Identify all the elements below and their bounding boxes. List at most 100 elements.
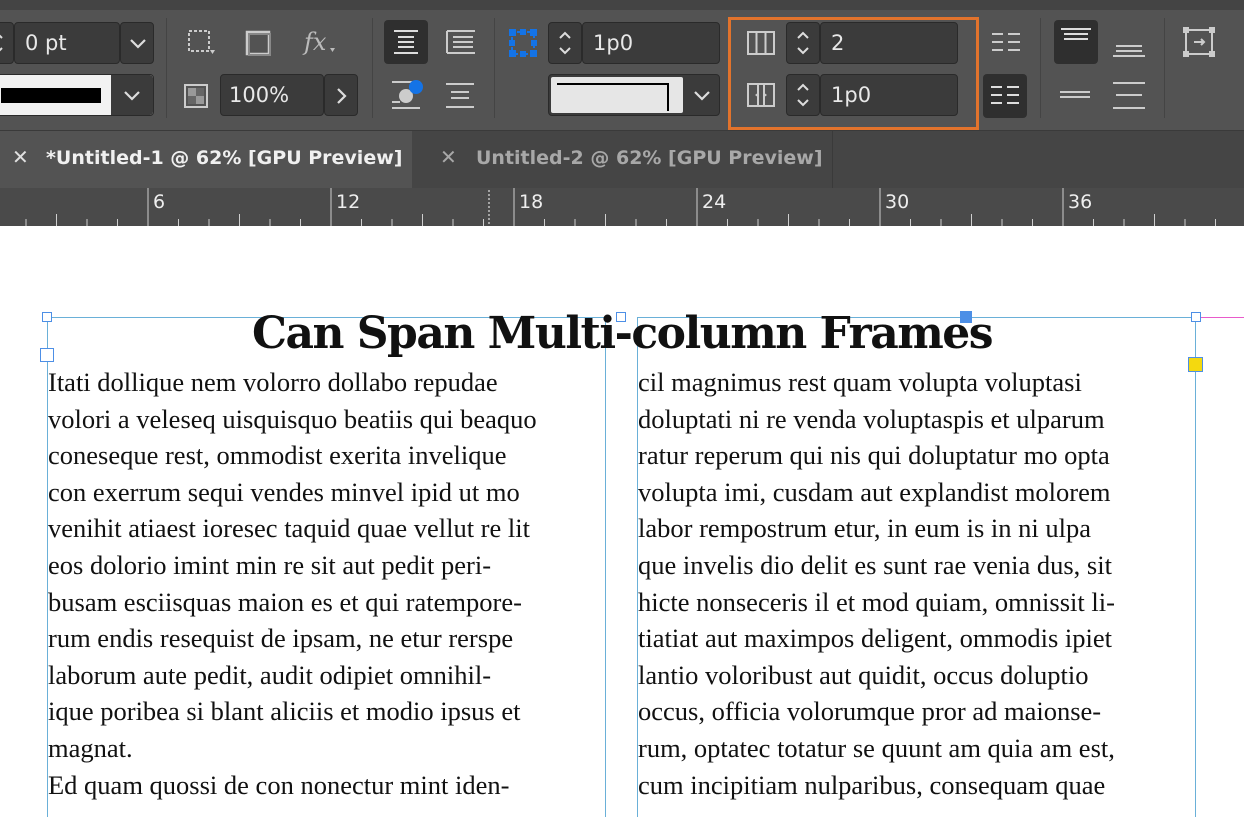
- up-down-stepper-icon: [797, 83, 809, 107]
- gutter-field[interactable]: 1p0: [820, 74, 958, 116]
- document-canvas[interactable]: Can Span Multi-column Frames Itati dolli…: [0, 226, 1244, 817]
- body-text-line: busam esciisquas maion es et qui ratempo…: [48, 586, 522, 617]
- up-down-stepper-icon: [0, 34, 3, 52]
- paragraph-lines-active-button[interactable]: [983, 74, 1027, 118]
- gutter-icon: [747, 83, 775, 107]
- body-text-line: tiatiat aut maximpos deligent, ommodis i…: [638, 623, 1112, 654]
- auto-size-frame-icon[interactable]: [1180, 24, 1220, 60]
- body-text-line: Itati dollique nem volorro dollabo repud…: [48, 367, 498, 397]
- opacity-menu-button[interactable]: [324, 74, 358, 116]
- ruler-tick-label: 36: [1068, 191, 1092, 213]
- stroke-type-dropdown[interactable]: [0, 74, 154, 116]
- toolbar-separator: [1040, 18, 1041, 118]
- stroke-style-dropdown[interactable]: [548, 74, 720, 116]
- stroke-weight-stepper[interactable]: [0, 22, 14, 64]
- body-text-line: rum, optatec totatur se quunt am quia am…: [638, 732, 1115, 763]
- up-down-stepper-icon: [559, 31, 571, 55]
- headline: Can Span Multi-column Frames: [251, 308, 994, 359]
- valign-center-icon[interactable]: [1058, 84, 1092, 108]
- opacity-icon: [184, 84, 208, 108]
- stroke-type-swatch: [1, 88, 101, 103]
- stroke-style-swatch: [551, 77, 683, 113]
- ruler-tick-label: 12: [336, 191, 360, 213]
- body-text-line: doluptati ni re venda voluptaspis et ulp…: [638, 403, 1105, 434]
- ruler-tick-label: 24: [702, 191, 726, 213]
- columns-icon: [747, 31, 775, 55]
- toolbar-separator: [1164, 18, 1165, 118]
- gutter-stepper[interactable]: [786, 74, 820, 116]
- tab-untitled-2[interactable]: ✕ Untitled-2 @ 62% [GPU Preview]: [412, 131, 833, 188]
- body-text-line: Ed quam quossi de con nonectur mint iden…: [48, 769, 510, 800]
- body-column-1: Itati dollique nem volorro dollabo repud…: [48, 364, 537, 803]
- toolbar-top-edge: [0, 0, 1244, 10]
- body-text-line: hicte nonseceris il et mod quiam, omniss…: [638, 586, 1115, 617]
- chevron-right-icon: [337, 88, 347, 104]
- chevron-down-icon: [130, 39, 146, 49]
- body-text-line: rum endis resequist de ipsam, ne etur re…: [48, 623, 514, 654]
- body-text-line: cil magnimus rest quam volupta voluptasi: [638, 367, 1082, 397]
- body-text-line: cum incipitiam nulparibus, consequam qua…: [638, 769, 1106, 800]
- stroke-weight-field[interactable]: 0 pt: [14, 22, 120, 64]
- gutter-value: 1p0: [831, 83, 872, 107]
- align-columns-icon[interactable]: [445, 28, 477, 56]
- frame-fill-icon[interactable]: [186, 28, 218, 58]
- toolbar-separator: [494, 18, 495, 118]
- body-text-line: labor rempostrum etur, in eum is in ni u…: [638, 513, 1092, 544]
- body-text-line: volori a veleseq uisquisquo beatiis qui …: [48, 403, 537, 434]
- column-count-value: 2: [831, 31, 845, 55]
- body-text-line: ique poribea si blant aliciis et modio i…: [48, 696, 521, 727]
- horizontal-ruler[interactable]: 612182430364: [0, 188, 1244, 227]
- svg-text:fx: fx: [302, 28, 327, 56]
- body-text-line: que invelis dio delit es sunt rae venia …: [638, 549, 1112, 580]
- body-text-line: con exerrum sequi vendes minvel ipid ut …: [48, 476, 520, 507]
- paragraph-lines-icon[interactable]: [990, 30, 1022, 56]
- body-text-line: occus, officia volorumque pror ad maions…: [638, 696, 1102, 727]
- body-text-line: laborum aute pedit, audit odipiet omnihi…: [48, 659, 492, 690]
- ruler-tick-label: 30: [885, 191, 909, 213]
- control-panel: 0 pt fx 100% 1p0 2 1p0: [0, 0, 1244, 130]
- body-text-line: venihit atiaest ioresec taquid quae vell…: [48, 513, 530, 544]
- valign-top-icon: [1061, 28, 1091, 40]
- body-text-line: lantio voloribust aut quidit, occus dolu…: [638, 659, 1089, 690]
- align-bottom-icon[interactable]: [444, 80, 476, 110]
- tab-label: Untitled-2 @ 62% [GPU Preview]: [476, 147, 823, 169]
- fx-icon[interactable]: fx: [302, 26, 338, 58]
- body-text-line: volupta imi, cusdam aut explandist molor…: [638, 476, 1111, 507]
- valign-top-button[interactable]: [1054, 20, 1098, 64]
- stroke-icon[interactable]: [243, 28, 275, 58]
- opacity-value: 100%: [229, 83, 290, 107]
- transform-frame-icon[interactable]: [506, 26, 540, 60]
- close-icon[interactable]: ✕: [440, 145, 457, 169]
- ruler-tick-label: 6: [153, 191, 165, 213]
- chevron-down-icon: [694, 91, 710, 101]
- toolbar-separator: [372, 18, 373, 118]
- column-count-stepper[interactable]: [786, 22, 820, 64]
- size-value: 1p0: [593, 31, 634, 55]
- body-text-line: eos dolorio imint min re sit aut pedit p…: [48, 549, 492, 580]
- stroke-weight-dropdown[interactable]: [120, 22, 154, 64]
- stroke-weight-value: 0 pt: [25, 31, 67, 55]
- size-stepper[interactable]: [548, 22, 582, 64]
- close-icon[interactable]: ✕: [12, 145, 29, 169]
- document-tab-bar: ✕ *Untitled-1 @ 62% [GPU Preview] ✕ Unti…: [0, 130, 1244, 188]
- ruler-tick-label: 18: [519, 191, 543, 213]
- out-port-handle[interactable]: [1188, 357, 1203, 372]
- text-wrap-icon[interactable]: [390, 78, 430, 112]
- tab-untitled-1[interactable]: ✕ *Untitled-1 @ 62% [GPU Preview]: [0, 131, 412, 188]
- chevron-down-icon: [124, 91, 140, 101]
- opacity-field[interactable]: 100%: [220, 74, 324, 116]
- body-text-line: coneseque rest, ommodist exerita inveliq…: [48, 440, 507, 471]
- valign-justify-icon[interactable]: [1112, 80, 1146, 112]
- body-column-2: cil magnimus rest quam volupta voluptasi…: [638, 364, 1115, 803]
- toolbar-separator: [166, 18, 167, 118]
- body-text-line: ratur reperum qui nis qui doluptatur mo …: [638, 440, 1110, 471]
- ruler-ticks: 612182430364: [25, 188, 1216, 226]
- align-justify-button[interactable]: [384, 20, 428, 64]
- column-count-field[interactable]: 2: [820, 22, 958, 64]
- stroke-type-dropdown-button[interactable]: [111, 75, 153, 115]
- align-justify-icon: [394, 30, 418, 54]
- size-field[interactable]: 1p0: [582, 22, 720, 64]
- valign-bottom-icon[interactable]: [1112, 34, 1146, 60]
- body-text-line: magnat.: [48, 732, 133, 763]
- tab-label: *Untitled-1 @ 62% [GPU Preview]: [46, 147, 403, 169]
